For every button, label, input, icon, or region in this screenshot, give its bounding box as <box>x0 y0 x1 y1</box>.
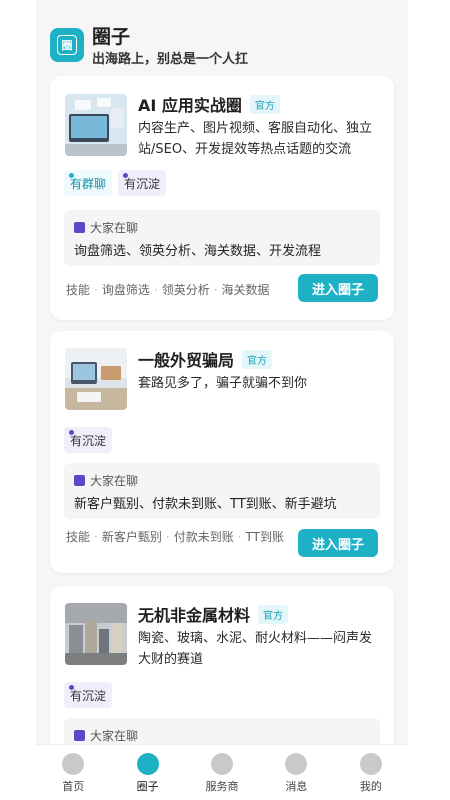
tag-group-chat: 有群聊 <box>64 170 113 196</box>
discussion-header: 大家在聊 <box>74 472 138 489</box>
circle-logo-icon: 圈 <box>50 28 84 62</box>
circle-description: 内容生产、图片视频、客服自动化、独立站/SEO、开发提效等热点话题的交流 <box>138 121 373 157</box>
official-badge: 官方 <box>249 95 280 114</box>
message-icon <box>285 753 308 775</box>
circle-name: 无机非金属材料 官方 <box>138 602 289 626</box>
tab-messages[interactable]: 消息 <box>259 745 333 800</box>
service-icon <box>211 753 234 775</box>
official-badge: 官方 <box>258 605 289 624</box>
circle-card[interactable]: 一般外贸骗局 官方 套路见多了，骗子就骗不到你 有沉淀 大家在聊 新客户甄别、付款… <box>50 331 394 573</box>
join-circle-button[interactable]: 进入圈子 <box>298 274 378 302</box>
profile-icon <box>359 753 382 775</box>
tag-archive: 有沉淀 <box>64 682 113 708</box>
keyword-list: 技能 · 询盘筛选 · 领英分析 · 海关数据 <box>66 283 270 297</box>
tag-list: 有沉淀 <box>64 427 113 453</box>
circle-card[interactable]: AI 应用实战圈 官方 内容生产、图片视频、客服自动化、独立站/SEO、开发提效等… <box>50 76 394 320</box>
tag-archive: 有沉淀 <box>64 427 113 453</box>
join-circle-button[interactable]: 进入圈子 <box>298 529 378 557</box>
discussion-icon <box>74 222 85 233</box>
bottom-tab-bar: 首页 圈子 服务商 消息 我的 <box>36 744 408 800</box>
discussion-icon <box>74 475 85 486</box>
tag-list: 有沉淀 <box>64 682 113 708</box>
circle-name: AI 应用实战圈 官方 <box>138 92 280 116</box>
tab-circle[interactable]: 圈子 <box>110 745 184 800</box>
circle-icon <box>136 753 159 775</box>
circle-thumbnail <box>65 348 127 410</box>
discussion-topics: 询盘筛选、领英分析、海关数据、开发流程 <box>74 244 322 259</box>
home-icon <box>62 753 85 775</box>
tag-archive: 有沉淀 <box>118 170 167 196</box>
header: 圈 圈子 出海路上，别总是一个人扛 <box>50 22 400 72</box>
official-badge: 官方 <box>242 350 273 369</box>
page-subtitle: 出海路上，别总是一个人扛 <box>92 52 249 67</box>
page-title: 圈子 <box>92 26 131 48</box>
keyword-list: 技能 · 新客户甄别 · 付款未到账 · TT到账 <box>66 530 284 544</box>
discussion-header: 大家在聊 <box>74 727 138 744</box>
circle-description: 套路见多了，骗子就骗不到你 <box>138 376 308 391</box>
tag-list: 有群聊 有沉淀 <box>64 170 167 196</box>
discussion-box: 大家在聊 新客户甄别、付款未到账、TT到账、新手避坑 <box>64 463 380 519</box>
tab-service[interactable]: 服务商 <box>185 745 259 800</box>
page-background: 圈 圈子 出海路上，别总是一个人扛 AI 应用实战圈 官方 内容生产、图片视频、客… <box>36 0 408 800</box>
discussion-topics: 新客户甄别、付款未到账、TT到账、新手避坑 <box>74 497 337 512</box>
tab-home[interactable]: 首页 <box>36 745 110 800</box>
circle-thumbnail <box>65 603 127 665</box>
circle-description: 陶瓷、玻璃、水泥、耐火材料——闷声发大财的赛道 <box>138 631 373 667</box>
discussion-icon <box>74 730 85 741</box>
discussion-box: 大家在聊 询盘筛选、领英分析、海关数据、开发流程 <box>64 210 380 266</box>
discussion-header: 大家在聊 <box>74 219 138 236</box>
tab-profile[interactable]: 我的 <box>334 745 408 800</box>
circle-thumbnail <box>65 94 127 156</box>
circle-name: 一般外贸骗局 官方 <box>138 347 273 371</box>
